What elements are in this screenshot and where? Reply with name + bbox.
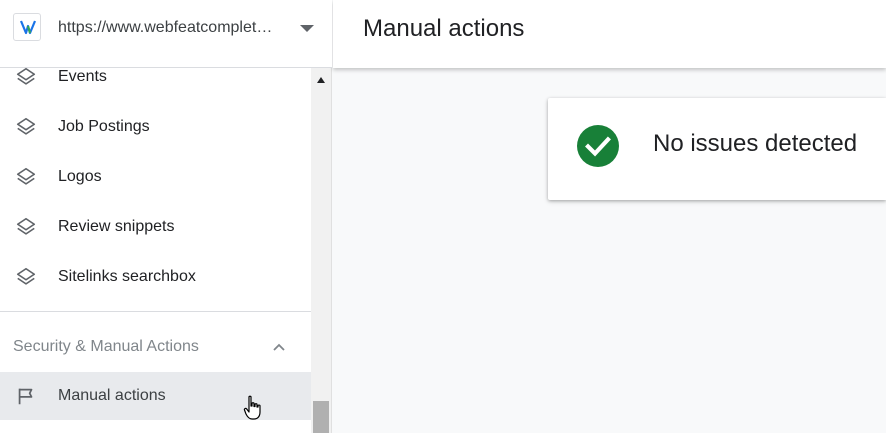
sidebar-item-label: Manual actions <box>58 387 166 404</box>
dropdown-arrow-icon[interactable] <box>300 25 314 32</box>
scroll-thumb[interactable] <box>313 401 329 433</box>
sidebar-item-label: Job Postings <box>58 118 150 135</box>
sidebar-item-events[interactable]: Events <box>0 68 311 101</box>
sidebar-item-label: Logos <box>58 168 102 185</box>
layers-icon <box>16 68 36 85</box>
sidebar-item-review-snippets[interactable]: Review snippets <box>0 203 311 251</box>
section-header-security-manual-actions[interactable]: Security & Manual Actions <box>0 323 311 371</box>
property-selector[interactable]: https://www.webfeatcompletesolutions.com… <box>0 0 332 68</box>
scroll-up-arrow-icon[interactable] <box>317 77 325 83</box>
sidebar-item-sitelinks-searchbox[interactable]: Sitelinks searchbox <box>0 253 311 301</box>
sidebar-item-logos[interactable]: Logos <box>0 153 311 201</box>
page-title: Manual actions <box>363 15 525 42</box>
hand-pointer-cursor-icon <box>243 395 261 420</box>
layers-icon <box>16 217 36 235</box>
sidebar-item-manual-actions[interactable]: Manual actions <box>0 372 311 420</box>
sidebar-scrollbar[interactable] <box>311 68 331 433</box>
sidebar-divider <box>0 311 311 312</box>
sidebar-item-job-postings[interactable]: Job Postings <box>0 103 311 151</box>
sidebar-item-label: Review snippets <box>58 218 175 235</box>
sidebar-item-label: Events <box>58 68 107 85</box>
layers-icon <box>16 267 36 285</box>
status-card: No issues detected <box>548 98 886 200</box>
webfeat-logo-icon <box>13 13 41 41</box>
layers-icon <box>16 167 36 185</box>
property-url: https://www.webfeatcompletesolutions.com… <box>58 19 280 36</box>
sidebar: https://www.webfeatcompletesolutions.com… <box>0 0 332 433</box>
page-header: Manual actions <box>333 0 886 68</box>
check-circle-icon <box>577 125 619 167</box>
flag-icon <box>18 388 33 405</box>
layers-icon <box>16 117 36 135</box>
chevron-up-icon[interactable] <box>271 340 287 354</box>
status-text: No issues detected <box>653 130 858 157</box>
sidebar-nav: Events Job Postings Logos Review snippet… <box>0 68 311 433</box>
section-label: Security & Manual Actions <box>13 338 199 355</box>
sidebar-item-label: Sitelinks searchbox <box>58 268 196 285</box>
